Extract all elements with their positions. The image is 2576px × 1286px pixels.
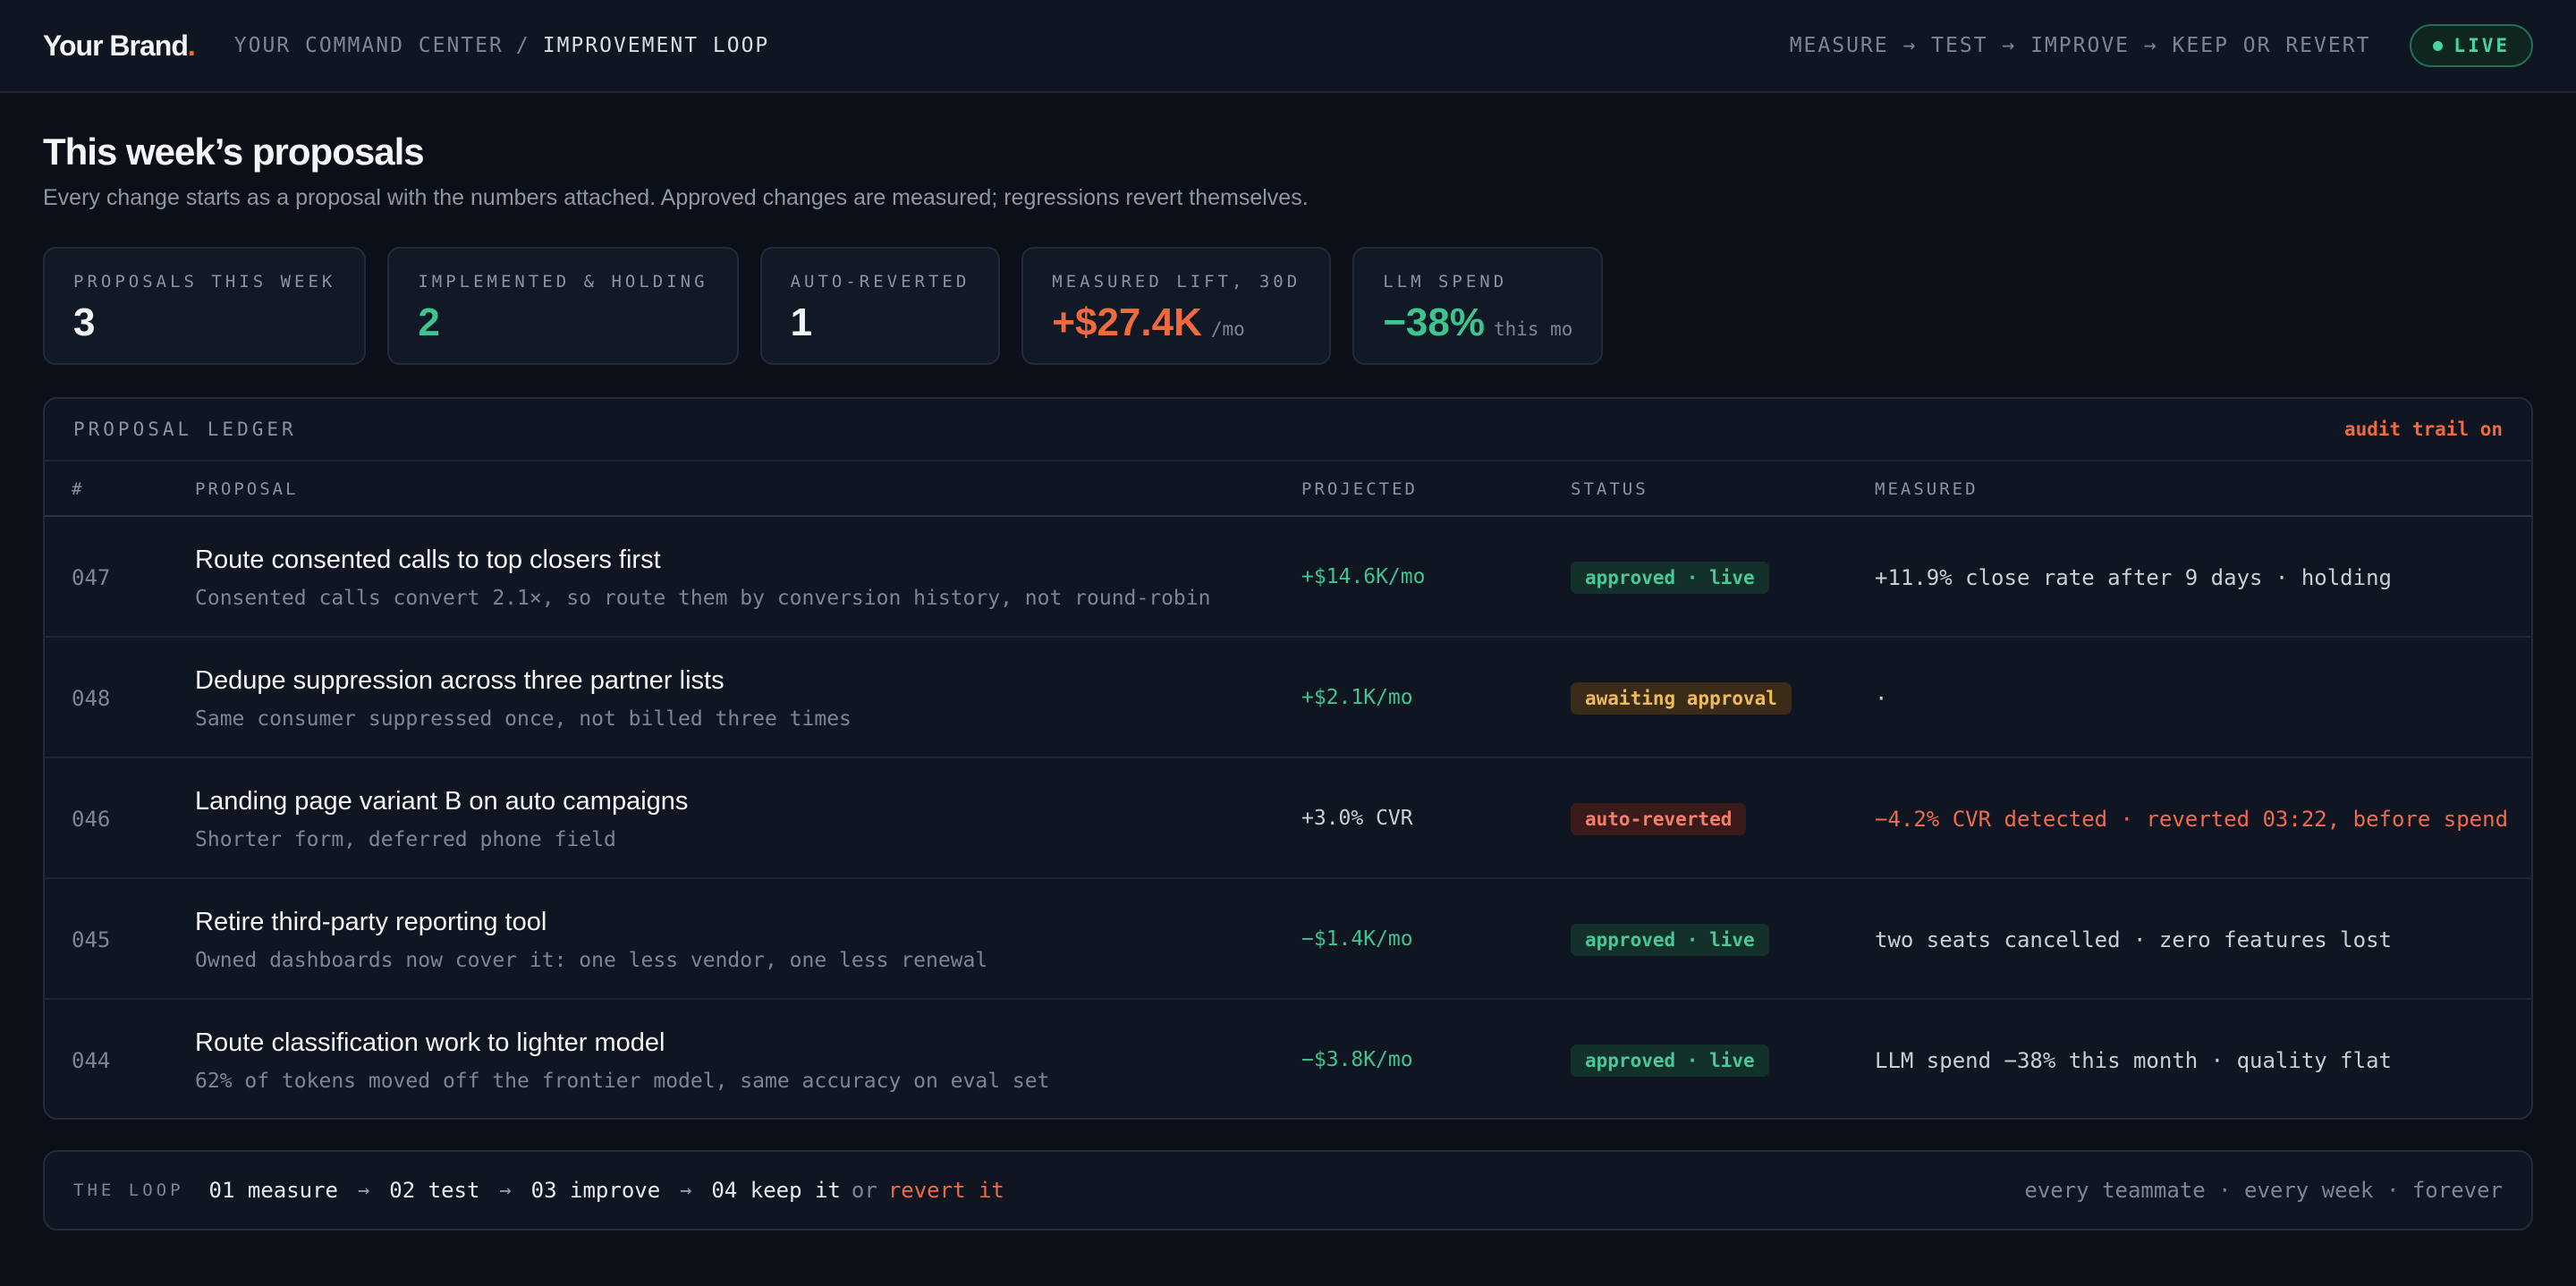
loop-or: or <box>851 1178 877 1203</box>
stat-value: 2 <box>418 300 440 344</box>
stat-unit: /mo <box>1210 318 1245 340</box>
projected-value: +$2.1K/mo <box>1301 686 1413 709</box>
status-badge: approved · live <box>1571 924 1769 956</box>
stat-label: AUTO-REVERTED <box>790 272 970 292</box>
arrow-right-icon: → <box>358 1179 370 1202</box>
table-row[interactable]: 044 Route classification work to lighter… <box>45 1000 2531 1118</box>
proposal-title[interactable]: Route consented calls to top closers fir… <box>195 546 661 575</box>
stat-implemented-holding: IMPLEMENTED & HOLDING 2 <box>387 247 739 365</box>
breadcrumb: YOUR COMMAND CENTER / IMPROVEMENT LOOP <box>234 34 770 57</box>
proposal-number: 046 <box>72 807 111 832</box>
proposal-number: 044 <box>72 1048 111 1073</box>
breadcrumb-root[interactable]: YOUR COMMAND CENTER <box>234 34 504 57</box>
measured-result: +11.9% close rate after 9 days · holding <box>1875 565 2392 590</box>
loop-footer: THE LOOP 01 measure → 02 test → 03 impro… <box>43 1150 2533 1231</box>
proposal-number: 045 <box>72 927 111 952</box>
proposal-title[interactable]: Landing page variant B on auto campaigns <box>195 787 688 816</box>
breadcrumb-current: IMPROVEMENT LOOP <box>542 34 770 57</box>
stats-row: PROPOSALS THIS WEEK 3 IMPLEMENTED & HOLD… <box>43 247 1604 365</box>
stat-label: PROPOSALS THIS WEEK <box>73 272 336 292</box>
loop-tagline: every teammate · every week · forever <box>2024 1178 2503 1203</box>
measured-result: LLM spend −38% this month · quality flat <box>1875 1048 2392 1073</box>
projected-value: +3.0% CVR <box>1301 807 1413 830</box>
loop-step-keep: 04 keep it <box>711 1178 841 1203</box>
projected-value: +$14.6K/mo <box>1301 565 1426 588</box>
status-badge: approved · live <box>1571 562 1769 594</box>
stat-label: LLM SPEND <box>1383 272 1508 292</box>
proposal-number: 047 <box>72 565 111 590</box>
brand-name: Your Brand <box>43 29 189 62</box>
page-title: This week’s proposals <box>43 131 425 173</box>
column-header-num: # <box>72 479 85 499</box>
measured-result: two seats cancelled · zero features lost <box>1875 927 2392 952</box>
page-subtitle: Every change starts as a proposal with t… <box>43 185 1309 210</box>
proposal-title[interactable]: Retire third-party reporting tool <box>195 908 547 937</box>
table-header: # PROPOSAL PROJECTED STATUS MEASURED <box>45 461 2531 517</box>
column-header-measured: MEASURED <box>1875 479 1979 499</box>
proposal-title[interactable]: Route classification work to lighter mod… <box>195 1028 665 1058</box>
status-badge: approved · live <box>1571 1045 1769 1077</box>
loop-label: THE LOOP <box>73 1180 184 1200</box>
projected-value: −$3.8K/mo <box>1301 1048 1413 1071</box>
status-badge[interactable]: awaiting approval <box>1571 682 1792 715</box>
stat-value: +$27.4K <box>1052 300 1202 344</box>
ledger-title: PROPOSAL LEDGER <box>73 419 297 440</box>
live-dot-icon <box>2433 40 2444 51</box>
arrow-right-icon: → <box>499 1179 512 1202</box>
proposal-title[interactable]: Dedupe suppression across three partner … <box>195 666 724 696</box>
breadcrumb-separator: / <box>515 34 530 57</box>
stat-llm-spend: LLM SPEND −38% this mo <box>1352 247 1604 365</box>
proposal-description: Same consumer suppressed once, not bille… <box>195 707 852 731</box>
measured-result: · <box>1875 686 1888 711</box>
table-row[interactable]: 046 Landing page variant B on auto campa… <box>45 758 2531 879</box>
loop-step-measure: 01 measure <box>208 1178 339 1203</box>
ledger-header: PROPOSAL LEDGER audit trail on <box>45 399 2531 461</box>
proposal-description: Consented calls convert 2.1×, so route t… <box>195 587 1211 610</box>
stat-label: IMPLEMENTED & HOLDING <box>418 272 708 292</box>
projected-value: −$1.4K/mo <box>1301 927 1413 951</box>
table-row[interactable]: 048 Dedupe suppression across three part… <box>45 638 2531 758</box>
audit-trail-toggle[interactable]: audit trail on <box>2344 419 2503 440</box>
stat-label: MEASURED LIFT, 30D <box>1052 272 1301 292</box>
column-header-projected: PROJECTED <box>1301 479 1418 499</box>
brand-dot: . <box>187 29 196 62</box>
column-header-proposal: PROPOSAL <box>195 479 299 499</box>
stat-value: 1 <box>790 300 813 344</box>
table-row[interactable]: 045 Retire third-party reporting tool Ow… <box>45 879 2531 1000</box>
table-row[interactable]: 047 Route consented calls to top closers… <box>45 517 2531 638</box>
brand-logo[interactable]: Your Brand. <box>43 29 196 63</box>
proposal-description: Shorter form, deferred phone field <box>195 828 616 851</box>
stat-measured-lift: MEASURED LIFT, 30D +$27.4K /mo <box>1021 247 1332 365</box>
proposal-description: Owned dashboards now cover it: one less … <box>195 949 988 972</box>
proposal-description: 62% of tokens moved off the frontier mod… <box>195 1070 1050 1093</box>
stat-value: −38% <box>1383 300 1485 344</box>
stat-proposals-this-week: PROPOSALS THIS WEEK 3 <box>43 247 367 365</box>
loop-step-test: 02 test <box>389 1178 480 1203</box>
loop-step-improve: 03 improve <box>530 1178 661 1203</box>
live-status-label: LIVE <box>2453 35 2510 56</box>
proposal-ledger: PROPOSAL LEDGER audit trail on # PROPOSA… <box>43 397 2533 1120</box>
proposal-number: 048 <box>72 686 111 711</box>
stat-value: 3 <box>73 300 96 344</box>
loop-summary: MEASURE → TEST → IMPROVE → KEEP OR REVER… <box>1789 34 2371 57</box>
top-bar: Your Brand. YOUR COMMAND CENTER / IMPROVEM… <box>0 0 2576 93</box>
measured-result: −4.2% CVR detected · reverted 03:22, bef… <box>1875 807 2509 832</box>
loop-step-revert: revert it <box>887 1178 1004 1203</box>
column-header-status: STATUS <box>1571 479 1648 499</box>
status-badge: auto-reverted <box>1571 803 1747 835</box>
stat-auto-reverted: AUTO-REVERTED 1 <box>759 247 1001 365</box>
live-status-badge: LIVE <box>2410 24 2533 67</box>
arrow-right-icon: → <box>680 1179 692 1202</box>
stat-unit: this mo <box>1493 318 1573 340</box>
